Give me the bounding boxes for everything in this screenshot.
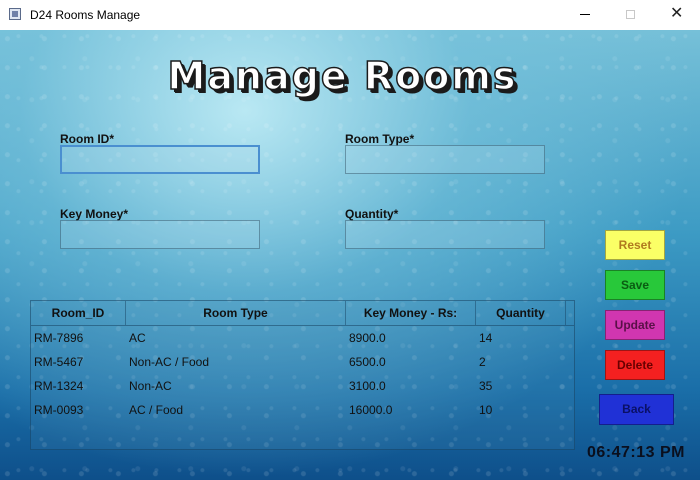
- page-title: Manage Rooms: [167, 53, 518, 99]
- clock-display: 06:47:13 PM: [587, 444, 685, 461]
- cell-quantity: 2: [479, 355, 486, 369]
- app-icon: [9, 8, 21, 20]
- table-row[interactable]: RM-7896 AC 8900.0 14: [31, 326, 574, 350]
- column-header-room-type[interactable]: Room Type: [126, 301, 346, 325]
- reset-button[interactable]: Reset: [605, 230, 665, 260]
- key-money-input[interactable]: [60, 220, 260, 249]
- maximize-button[interactable]: [608, 0, 654, 30]
- room-id-label: Room ID*: [60, 132, 114, 146]
- key-money-label: Key Money*: [60, 207, 129, 221]
- close-button[interactable]: ✕: [654, 0, 700, 30]
- close-icon: ✕: [670, 5, 684, 22]
- minimize-icon: [580, 14, 590, 15]
- table-row[interactable]: RM-0093 AC / Food 16000.0 10: [31, 398, 574, 422]
- table-header: Room_ID Room Type Key Money - Rs: Quanti…: [31, 301, 574, 326]
- quantity-label: Quantity*: [345, 207, 399, 221]
- cell-quantity: 14: [479, 331, 493, 345]
- cell-key-money: 8900.0: [349, 331, 386, 345]
- update-button[interactable]: Update: [605, 310, 665, 340]
- cell-key-money: 6500.0: [349, 355, 386, 369]
- room-id-input[interactable]: [60, 145, 260, 174]
- title-bar: D24 Rooms Manage ✕: [0, 0, 700, 30]
- room-type-input[interactable]: [345, 145, 545, 174]
- delete-button[interactable]: Delete: [605, 350, 665, 380]
- maximize-icon: [626, 10, 635, 19]
- main-panel: Manage Rooms Room ID* Room Type* Key Mon…: [0, 30, 700, 480]
- cell-room-id: RM-5467: [34, 355, 84, 369]
- cell-room-type: AC: [129, 331, 146, 345]
- cell-key-money: 3100.0: [349, 379, 386, 393]
- table-row[interactable]: RM-5467 Non-AC / Food 6500.0 2: [31, 350, 574, 374]
- cell-quantity: 35: [479, 379, 493, 393]
- cell-quantity: 10: [479, 403, 493, 417]
- column-header-key-money[interactable]: Key Money - Rs:: [346, 301, 476, 325]
- minimize-button[interactable]: [562, 0, 608, 30]
- room-type-label: Room Type*: [345, 132, 415, 146]
- cell-key-money: 16000.0: [349, 403, 393, 417]
- cell-room-type: Non-AC: [129, 379, 172, 393]
- column-header-room-id[interactable]: Room_ID: [31, 301, 126, 325]
- column-header-quantity[interactable]: Quantity: [476, 301, 566, 325]
- cell-room-id: RM-1324: [34, 379, 84, 393]
- cell-room-id: RM-7896: [34, 331, 84, 345]
- cell-room-type: Non-AC / Food: [129, 355, 210, 369]
- rooms-table[interactable]: Room_ID Room Type Key Money - Rs: Quanti…: [30, 300, 575, 450]
- cell-room-id: RM-0093: [34, 403, 84, 417]
- table-row[interactable]: RM-1324 Non-AC 3100.0 35: [31, 374, 574, 398]
- app-window: D24 Rooms Manage ✕ Manage Rooms Room ID*…: [0, 0, 700, 480]
- save-button[interactable]: Save: [605, 270, 665, 300]
- cell-room-type: AC / Food: [129, 403, 184, 417]
- quantity-input[interactable]: [345, 220, 545, 249]
- back-button[interactable]: Back: [599, 394, 674, 425]
- window-title: D24 Rooms Manage: [30, 8, 141, 22]
